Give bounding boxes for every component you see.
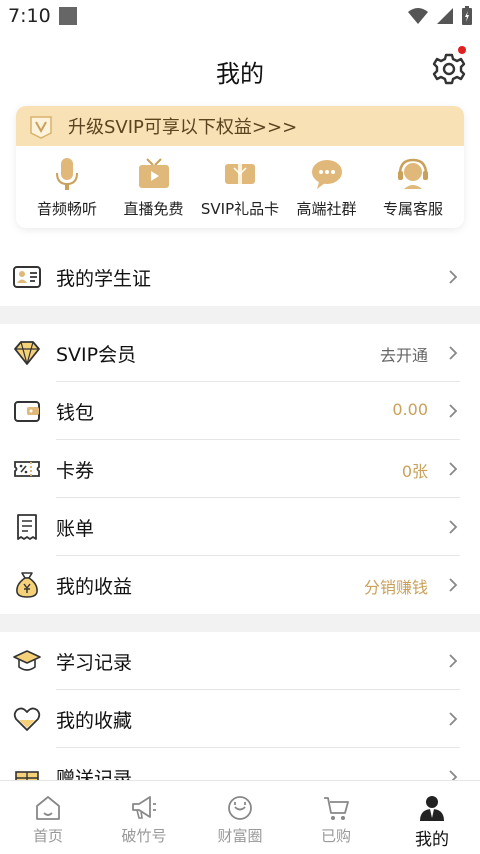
vip-card[interactable]: 升级SVIP可享以下权益>>> 音频畅听 直播免费 SVIP礼品卡 高端社群 专… xyxy=(16,106,464,228)
benefit-audio[interactable]: 音频畅听 xyxy=(24,156,110,219)
heart-icon xyxy=(13,707,41,731)
chevron-right-icon xyxy=(449,462,458,476)
benefit-live[interactable]: 直播免费 xyxy=(111,156,197,219)
row-coupon[interactable]: 卡券 0张 xyxy=(0,440,480,498)
vip-upgrade-banner[interactable]: 升级SVIP可享以下权益>>> xyxy=(16,106,464,146)
circle-icon xyxy=(228,796,252,820)
cart-icon xyxy=(324,797,349,820)
row-gift-records[interactable]: 赠送记录 xyxy=(0,748,480,780)
row-label: 钱包 xyxy=(56,402,95,424)
chevron-right-icon xyxy=(449,270,458,284)
id-card-icon xyxy=(13,266,41,288)
megaphone-icon xyxy=(132,796,156,819)
settings-gear-icon[interactable] xyxy=(432,52,466,86)
row-label: 我的收益 xyxy=(56,576,133,598)
wifi-icon xyxy=(408,7,428,24)
headset-icon xyxy=(398,158,428,189)
chevron-right-icon xyxy=(449,346,458,360)
tab-mine[interactable]: 我的 xyxy=(384,781,480,854)
benefit-label: 直播免费 xyxy=(123,200,184,218)
benefit-label: 音频畅听 xyxy=(36,200,97,218)
diamond-icon xyxy=(14,341,40,365)
user-icon xyxy=(420,796,444,821)
microphone-icon xyxy=(56,158,78,190)
row-label: 赠送记录 xyxy=(56,768,133,780)
chat-bubble-icon xyxy=(311,160,342,189)
wallet-icon xyxy=(14,401,40,422)
notification-dot xyxy=(458,46,466,54)
status-icons xyxy=(408,6,472,25)
graduation-cap-icon xyxy=(13,650,41,671)
row-wallet[interactable]: 钱包 0.00 xyxy=(0,382,480,440)
tab-label: 我的 xyxy=(415,830,449,850)
tab-home[interactable]: 首页 xyxy=(0,781,96,854)
row-label: 我的收藏 xyxy=(56,710,133,732)
money-bag-icon xyxy=(16,572,38,598)
page-title: 我的 xyxy=(216,60,264,88)
benefit-service[interactable]: 专属客服 xyxy=(370,156,456,219)
row-label: 我的学生证 xyxy=(56,268,152,290)
home-icon xyxy=(36,796,60,820)
row-label: 学习记录 xyxy=(56,652,133,674)
benefit-label: 高端社群 xyxy=(296,200,357,218)
tab-pozhuhao[interactable]: 破竹号 xyxy=(96,781,192,854)
gift-card-icon xyxy=(225,164,255,184)
row-student-id[interactable]: 我的学生证 xyxy=(0,248,480,306)
vip-benefits: 音频畅听 直播免费 SVIP礼品卡 高端社群 专属客服 xyxy=(16,146,464,219)
coupon-icon xyxy=(14,461,40,477)
row-earnings[interactable]: 我的收益 分销赚钱 xyxy=(0,556,480,614)
bill-icon xyxy=(17,514,37,540)
chevron-right-icon xyxy=(449,578,458,592)
notification-icon xyxy=(59,7,77,25)
row-value: 去开通 xyxy=(379,346,428,365)
row-label: 账单 xyxy=(56,518,95,540)
row-label: SVIP会员 xyxy=(56,344,137,366)
tab-wealth-circle[interactable]: 财富圈 xyxy=(192,781,288,854)
chevron-right-icon xyxy=(449,654,458,668)
benefit-label: SVIP礼品卡 xyxy=(200,200,280,218)
benefit-label: 专属客服 xyxy=(382,200,443,218)
row-favorites[interactable]: 我的收藏 xyxy=(0,690,480,748)
tab-label: 财富圈 xyxy=(217,827,263,845)
signal-icon xyxy=(437,7,453,24)
row-value: 分销赚钱 xyxy=(363,578,428,597)
vip-banner-text: 升级SVIP可享以下权益>>> xyxy=(68,117,298,138)
chevron-right-icon xyxy=(449,404,458,418)
chevron-right-icon xyxy=(449,770,458,780)
battery-icon xyxy=(462,6,472,25)
row-bill[interactable]: 账单 xyxy=(0,498,480,556)
tv-icon xyxy=(138,158,169,188)
vip-badge-icon xyxy=(30,116,52,139)
status-bar: 7:10 xyxy=(0,0,480,32)
row-svip[interactable]: SVIP会员 去开通 xyxy=(0,324,480,382)
header: 我的 xyxy=(0,32,480,108)
row-label: 卡券 xyxy=(56,460,95,482)
row-study-records[interactable]: 学习记录 xyxy=(0,632,480,690)
records-section: 学习记录 我的收藏 赠送记录 xyxy=(0,632,480,780)
tab-purchased[interactable]: 已购 xyxy=(288,781,384,854)
student-section: 我的学生证 xyxy=(0,248,480,306)
tab-label: 已购 xyxy=(320,827,351,845)
gift-icon xyxy=(15,771,39,780)
row-value: 0.00 xyxy=(392,400,428,419)
chevron-right-icon xyxy=(449,712,458,726)
benefit-community[interactable]: 高端社群 xyxy=(284,156,370,219)
status-time: 7:10 xyxy=(8,5,51,27)
tab-label: 首页 xyxy=(32,827,63,845)
tab-label: 破竹号 xyxy=(121,827,167,845)
bottom-tab-bar: 首页 破竹号 财富圈 已购 我的 xyxy=(0,780,480,854)
account-section: SVIP会员 去开通 钱包 0.00 卡券 0张 账单 我的收益 分销赚钱 xyxy=(0,324,480,614)
row-value: 0张 xyxy=(401,462,428,481)
chevron-right-icon xyxy=(449,520,458,534)
benefit-gift-card[interactable]: SVIP礼品卡 xyxy=(197,156,283,219)
